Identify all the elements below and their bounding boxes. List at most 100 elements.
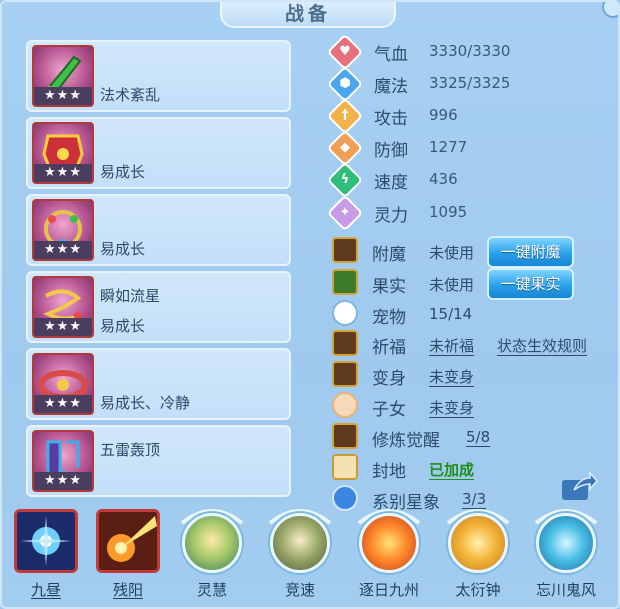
enchant-icon bbox=[332, 237, 358, 263]
equipment-stars: ★★★ bbox=[34, 87, 92, 105]
blue-star-burst-icon bbox=[14, 509, 78, 573]
feature-pet: 宠物 15/14 bbox=[332, 300, 617, 328]
feature-enchant: 附魔 未使用 一键附魔 bbox=[332, 236, 617, 268]
one-click-enchant-button[interactable]: 一键附魔 bbox=[487, 236, 574, 268]
stat-label: 防御 bbox=[374, 141, 408, 161]
feature-fruit: 果实 未使用 一键果实 bbox=[332, 268, 617, 300]
child-link[interactable]: 未变身 bbox=[429, 397, 474, 418]
skill-name: 忘川鬼风 bbox=[535, 581, 596, 599]
skill-4[interactable]: 竞速 bbox=[266, 509, 334, 607]
stat-label: 速度 bbox=[374, 173, 408, 193]
equipment-stars: ★★★ bbox=[34, 472, 92, 490]
skill-2[interactable]: 残阳 bbox=[94, 509, 162, 607]
belt-icon: ★★★ bbox=[32, 353, 94, 415]
equipment-line-2: 易成长 bbox=[100, 317, 146, 335]
cultivation-icon bbox=[332, 423, 358, 449]
equipment-line-1: 五雷轰顶 bbox=[100, 441, 161, 459]
feature-transform: 变身 未变身 bbox=[332, 361, 617, 389]
status-rules-link[interactable]: 状态生效规则 bbox=[497, 335, 587, 356]
stat-label: 灵力 bbox=[374, 206, 408, 226]
fief-icon bbox=[332, 454, 358, 480]
equipment-card-1[interactable]: ★★★ 法术紊乱 bbox=[26, 40, 291, 112]
equipment-card-4[interactable]: ★★★ 瞬如流星 易成长 bbox=[26, 271, 291, 343]
boots-icon: ★★★ bbox=[32, 430, 94, 492]
stat-spirit: ✦ 灵力 1095 bbox=[326, 194, 612, 232]
skill-6[interactable]: 太衍钟 bbox=[444, 509, 512, 607]
red-armor-icon: ★★★ bbox=[32, 122, 94, 184]
equipment-stars: ★★★ bbox=[34, 164, 92, 182]
green-sword-icon: ★★★ bbox=[32, 45, 94, 107]
equipment-card-3[interactable]: ★★★ 易成长 bbox=[26, 194, 291, 266]
skill-name: 太衍钟 bbox=[455, 581, 501, 599]
stat-value: 1277 bbox=[429, 138, 468, 156]
fruit-icon bbox=[332, 269, 358, 295]
equipment-line-2: 易成长 bbox=[100, 163, 146, 181]
stat-value: 436 bbox=[429, 170, 458, 188]
skill-name: 逐日九州 bbox=[358, 581, 419, 599]
feature-label: 宠物 bbox=[372, 308, 406, 328]
stat-attack: † 攻击 996 bbox=[326, 97, 612, 135]
sun-ring-icon bbox=[359, 513, 419, 573]
equipment-stars: ★★★ bbox=[34, 318, 92, 336]
skill-name: 灵慧 bbox=[196, 581, 227, 599]
skill-1[interactable]: 九昼 bbox=[12, 509, 80, 607]
sword-icon: † bbox=[326, 97, 364, 135]
equipment-card-5[interactable]: ★★★ 易成长、冷静 bbox=[26, 348, 291, 420]
transform-icon bbox=[332, 361, 358, 387]
battle-prep-panel: 战备 ★★★ 法术紊乱 ★★★ 易成长 ★★★ 易成长 ★★★ 瞬如流星 易成长 bbox=[0, 0, 620, 609]
equipment-stars: ★★★ bbox=[34, 395, 92, 413]
feature-cultivation: 修炼觉醒 5/8 bbox=[332, 423, 617, 451]
stat-value: 1095 bbox=[429, 203, 468, 221]
stat-speed: ϟ 速度 436 bbox=[326, 161, 612, 199]
title-tab: 战备 bbox=[220, 2, 396, 28]
stat-mp: ⬢ 魔法 3325/3325 bbox=[326, 65, 612, 103]
share-icon[interactable] bbox=[560, 471, 598, 502]
skill-7[interactable]: 忘川鬼风 bbox=[532, 509, 600, 607]
feature-value: 未使用 bbox=[429, 244, 475, 262]
spirit-icon: ✦ bbox=[326, 194, 364, 232]
skill-name: 残阳 bbox=[112, 581, 143, 599]
one-click-fruit-button[interactable]: 一键果实 bbox=[487, 268, 574, 300]
lightning-icon: ϟ bbox=[326, 161, 364, 199]
feature-label: 果实 bbox=[372, 277, 406, 297]
equipment-line-1: 瞬如流星 bbox=[100, 287, 161, 305]
golden-figure-icon bbox=[182, 513, 242, 573]
stat-hp: ♥ 气血 3330/3330 bbox=[326, 33, 612, 71]
stat-label: 气血 bbox=[374, 45, 408, 65]
stat-defense: ◆ 防御 1277 bbox=[326, 129, 612, 167]
equipment-card-6[interactable]: ★★★ 五雷轰顶 bbox=[26, 425, 291, 497]
cultivation-link[interactable]: 5/8 bbox=[466, 428, 490, 446]
blessing-link[interactable]: 未祈福 bbox=[429, 335, 474, 356]
page-title: 战备 bbox=[284, 3, 331, 25]
transform-link[interactable]: 未变身 bbox=[429, 366, 474, 387]
feature-label: 祈福 bbox=[372, 338, 406, 358]
skill-5[interactable]: 逐日九州 bbox=[355, 509, 423, 607]
stat-value: 996 bbox=[429, 106, 458, 124]
stat-label: 魔法 bbox=[374, 77, 408, 97]
skill-3[interactable]: 灵慧 bbox=[178, 509, 246, 607]
feature-blessing: 祈福 未祈福 状态生效规则 bbox=[332, 330, 617, 358]
skill-name: 九昼 bbox=[30, 581, 61, 599]
fief-link[interactable]: 已加成 bbox=[429, 459, 474, 480]
equipment-line-2: 法术紊乱 bbox=[100, 86, 161, 104]
paw-icon bbox=[332, 300, 358, 326]
hexagon-icon: ⬢ bbox=[326, 65, 364, 103]
heart-icon: ♥ bbox=[326, 33, 364, 71]
feature-label: 子女 bbox=[372, 400, 406, 420]
blessing-icon bbox=[332, 330, 358, 356]
golden-chain-icon: ★★★ bbox=[32, 276, 94, 338]
stat-value: 3330/3330 bbox=[429, 42, 511, 60]
blue-wind-icon bbox=[536, 513, 596, 573]
equipment-card-2[interactable]: ★★★ 易成长 bbox=[26, 117, 291, 189]
fire-beam-icon bbox=[96, 509, 160, 573]
feature-value: 15/14 bbox=[429, 305, 473, 323]
equipment-line-2: 易成长 bbox=[100, 240, 146, 258]
feature-label: 附魔 bbox=[372, 245, 406, 265]
equipment-stars: ★★★ bbox=[34, 241, 92, 259]
jeweled-necklace-icon: ★★★ bbox=[32, 199, 94, 261]
shield-icon: ◆ bbox=[326, 129, 364, 167]
child-icon bbox=[332, 392, 358, 418]
feature-label: 修炼觉醒 bbox=[372, 431, 440, 451]
feature-label: 封地 bbox=[372, 462, 406, 482]
stat-value: 3325/3325 bbox=[429, 74, 511, 92]
